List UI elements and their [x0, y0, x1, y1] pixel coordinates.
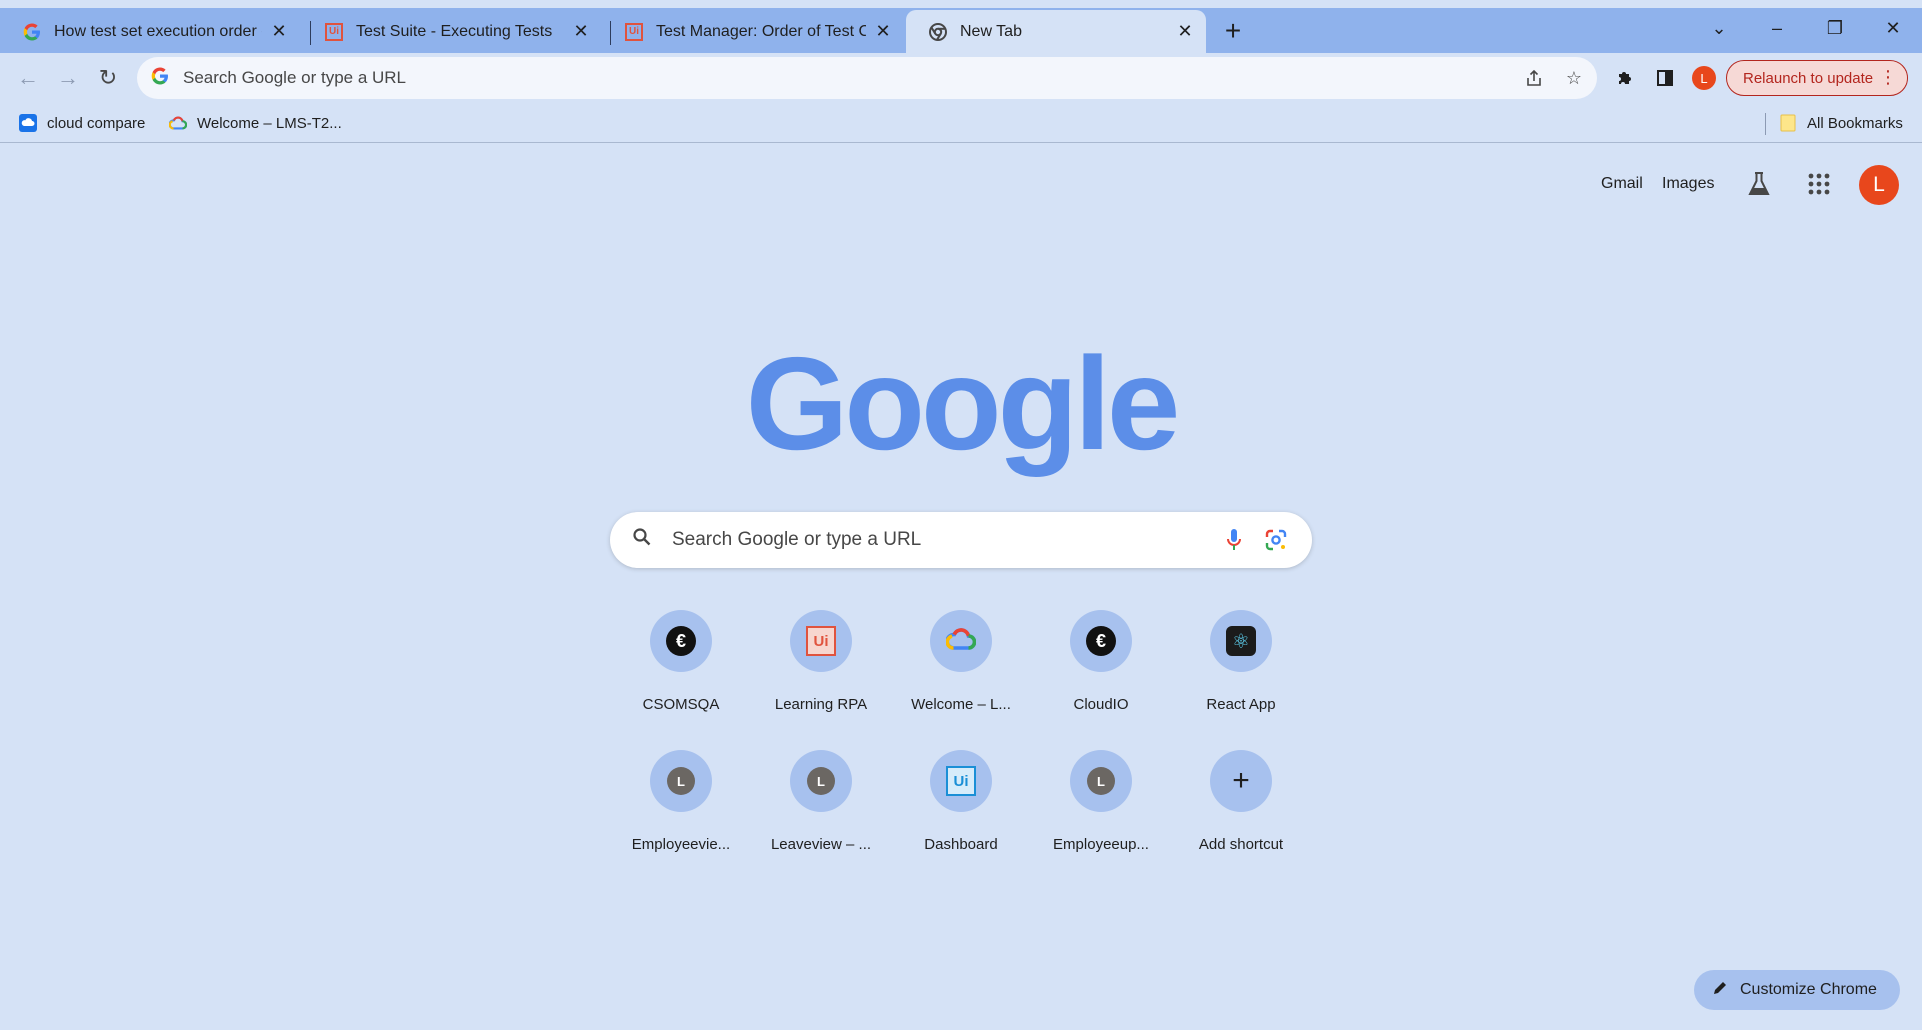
- close-icon[interactable]: ✕: [570, 21, 592, 43]
- google-apps-grid-icon[interactable]: [1801, 166, 1837, 202]
- tab-search-chevron-icon[interactable]: ⌄: [1694, 8, 1744, 48]
- react-icon: ⚛: [1226, 626, 1256, 656]
- account-avatar[interactable]: L: [1859, 165, 1899, 205]
- shortcut-label: Employeeup...: [1053, 836, 1149, 853]
- labs-flask-icon[interactable]: [1741, 166, 1777, 202]
- new-tab-button[interactable]: +: [1216, 14, 1250, 48]
- shortcut-csomsqa[interactable]: € CSOMSQA: [625, 608, 737, 728]
- google-g-icon: [22, 22, 42, 42]
- uipath-icon: Ui: [624, 22, 644, 42]
- shortcut-label: Add shortcut: [1198, 836, 1284, 853]
- close-icon[interactable]: ✕: [1174, 21, 1196, 43]
- shortcut-label: Learning RPA: [774, 696, 868, 713]
- google-logo: Google: [745, 330, 1181, 477]
- forward-icon[interactable]: →: [51, 61, 85, 95]
- images-link[interactable]: Images: [1662, 175, 1714, 193]
- shortcut-dashboard[interactable]: Ui Dashboard: [905, 748, 1017, 868]
- shortcut-label: Welcome – L...: [911, 696, 1011, 713]
- google-lens-icon[interactable]: [1256, 520, 1296, 560]
- voice-search-mic-icon[interactable]: [1214, 520, 1254, 560]
- shortcut-employeeup[interactable]: L Employeeup...: [1045, 748, 1157, 868]
- window-close-icon[interactable]: ✕: [1868, 8, 1918, 48]
- bookmark-label: cloud compare: [47, 114, 146, 132]
- shortcut-label: CloudIO: [1073, 696, 1129, 713]
- bookmark-cloud-compare[interactable]: cloud compare: [19, 111, 145, 135]
- google-cloud-icon: [169, 114, 187, 132]
- search-icon: [632, 527, 652, 553]
- restore-icon[interactable]: ❐: [1810, 8, 1860, 48]
- toolbar: ← → ↻ Search Google or type a URL ☆ L Re…: [0, 53, 1922, 103]
- side-panel-icon[interactable]: [1648, 61, 1682, 95]
- globe-dark-icon: €: [1086, 626, 1116, 656]
- google-g-icon: [151, 67, 169, 90]
- customize-label: Customize Chrome: [1740, 981, 1877, 998]
- address-bar[interactable]: Search Google or type a URL ☆: [137, 57, 1597, 99]
- bookmarks-bar: cloud compare Welcome – LMS-T2... All Bo…: [0, 103, 1922, 143]
- folder-icon: [1779, 114, 1797, 132]
- address-bar-placeholder: Search Google or type a URL: [183, 68, 407, 87]
- shortcut-react-app[interactable]: ⚛ React App: [1185, 608, 1297, 728]
- tab-new-tab[interactable]: New Tab ✕: [906, 10, 1206, 53]
- plus-icon: +: [1232, 764, 1250, 797]
- ntp-search-box[interactable]: Search Google or type a URL: [610, 512, 1312, 568]
- bookmark-label: Welcome – LMS-T2...: [197, 114, 342, 132]
- shortcut-employeeview[interactable]: L Employeevie...: [625, 748, 737, 868]
- close-icon[interactable]: ✕: [268, 21, 290, 43]
- uipath-icon: Ui: [806, 626, 836, 656]
- reload-icon[interactable]: ↻: [91, 61, 125, 95]
- close-icon[interactable]: ✕: [872, 21, 894, 43]
- relaunch-label: Relaunch to update: [1743, 69, 1874, 87]
- bookmark-welcome-lms[interactable]: Welcome – LMS-T2...: [169, 111, 342, 135]
- tab-strip: How test set execution order of ✕ Ui Tes…: [0, 8, 1922, 53]
- shortcut-cloudio[interactable]: € CloudIO: [1045, 608, 1157, 728]
- share-icon[interactable]: [1517, 61, 1551, 95]
- shortcut-label: Employeevie...: [631, 836, 731, 853]
- tab-test-suite[interactable]: Ui Test Suite - Executing Tests ✕: [302, 10, 602, 53]
- relaunch-to-update-button[interactable]: Relaunch to update ⋮: [1726, 60, 1908, 96]
- gmail-link[interactable]: Gmail: [1601, 175, 1643, 193]
- letter-avatar-icon: L: [807, 767, 835, 795]
- shortcut-label: Leaveview – ...: [770, 836, 872, 853]
- tab-title: How test set execution order of: [54, 22, 262, 40]
- shortcut-welcome-l[interactable]: Welcome – L...: [905, 608, 1017, 728]
- globe-dark-icon: €: [666, 626, 696, 656]
- tab-how-test-set[interactable]: How test set execution order of ✕: [0, 10, 300, 53]
- profile-avatar[interactable]: L: [1692, 66, 1716, 90]
- extensions-puzzle-icon[interactable]: [1608, 61, 1642, 95]
- shortcut-label: React App: [1206, 696, 1276, 713]
- all-bookmarks-label: All Bookmarks: [1807, 114, 1903, 132]
- shortcut-learning-rpa[interactable]: Ui Learning RPA: [765, 608, 877, 728]
- letter-avatar-icon: L: [667, 767, 695, 795]
- shortcut-label: Dashboard: [924, 836, 998, 853]
- tab-title: Test Manager: Order of Test Cas: [656, 22, 866, 40]
- bookmarks-separator: [1765, 113, 1766, 135]
- google-cloud-icon: [945, 627, 977, 656]
- shortcut-leaveview[interactable]: L Leaveview – ...: [765, 748, 877, 868]
- uipath-blue-icon: Ui: [946, 766, 976, 796]
- back-icon[interactable]: ←: [11, 61, 45, 95]
- minimize-icon[interactable]: –: [1752, 8, 1802, 48]
- letter-avatar-icon: L: [1087, 767, 1115, 795]
- chrome-icon: [928, 22, 948, 42]
- shortcut-label: CSOMSQA: [642, 696, 720, 713]
- uipath-icon: Ui: [324, 22, 344, 42]
- tab-test-manager[interactable]: Ui Test Manager: Order of Test Cas ✕: [602, 10, 904, 53]
- search-placeholder: Search Google or type a URL: [672, 529, 922, 550]
- more-menu-icon[interactable]: ⋮: [1879, 67, 1897, 88]
- customize-chrome-button[interactable]: Customize Chrome: [1694, 970, 1900, 1010]
- bookmark-star-icon[interactable]: ☆: [1557, 61, 1591, 95]
- all-bookmarks-button[interactable]: All Bookmarks: [1779, 111, 1903, 135]
- tab-title: Test Suite - Executing Tests: [356, 22, 553, 40]
- cloud-icon: [19, 114, 37, 132]
- tab-title: New Tab: [960, 22, 1022, 40]
- pencil-icon: [1712, 980, 1728, 1001]
- add-shortcut-button[interactable]: + Add shortcut: [1185, 748, 1297, 868]
